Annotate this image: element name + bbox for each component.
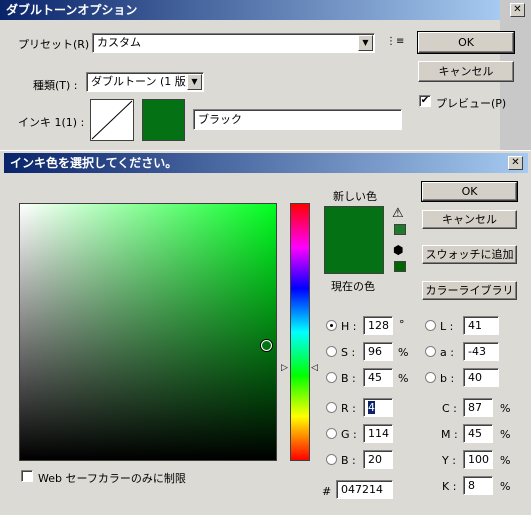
hue-slider-right-arrow[interactable]: ◁	[311, 363, 318, 373]
radio-r[interactable]	[326, 402, 337, 413]
web-only-checkbox[interactable]	[21, 470, 33, 482]
hue-slider-left-arrow[interactable]: ▷	[281, 363, 288, 373]
c-unit: %	[500, 402, 511, 415]
b-hsb-unit: %	[398, 372, 409, 385]
color-libraries-button[interactable]: カラーライブラリ	[422, 281, 517, 300]
b-lab-input[interactable]: 40	[463, 368, 499, 387]
m-label: M :	[441, 428, 458, 441]
new-color-swatch	[324, 206, 384, 274]
c-input[interactable]: 87	[463, 398, 493, 417]
gamut-warning-swatch[interactable]	[394, 224, 406, 235]
hue-slider[interactable]	[290, 203, 310, 461]
picker-ok-button[interactable]: OK	[421, 181, 518, 202]
r-label: R :	[341, 402, 356, 415]
radio-b-rgb[interactable]	[326, 454, 337, 465]
r-input[interactable]: 4	[363, 398, 393, 417]
picker-close-button[interactable]: ✕	[508, 156, 523, 170]
y-label: Y :	[442, 454, 456, 467]
color-field[interactable]	[19, 203, 277, 461]
ink1-name-field[interactable]: ブラック	[193, 109, 402, 130]
k-unit: %	[500, 480, 511, 493]
color-field-cursor[interactable]	[261, 340, 272, 351]
gamut-warning-icon: ⚠	[392, 206, 404, 221]
current-color-label: 現在の色	[331, 280, 375, 293]
l-label: L :	[440, 320, 454, 333]
chevron-down-icon: ▼	[358, 35, 373, 51]
k-label: K :	[442, 480, 457, 493]
h-input[interactable]: 128	[363, 316, 393, 335]
y-unit: %	[500, 454, 511, 467]
s-input[interactable]: 96	[363, 342, 393, 361]
y-input[interactable]: 100	[463, 450, 493, 469]
h-label: H :	[341, 320, 357, 333]
curve-icon	[91, 100, 133, 140]
close-icon: ✕	[513, 4, 522, 15]
hex-label: #	[322, 485, 332, 498]
radio-h[interactable]	[326, 320, 337, 331]
type-value: ダブルトーン (1 版)	[91, 75, 191, 88]
a-input[interactable]: -43	[463, 342, 499, 361]
ink1-label: インキ 1(1) :	[18, 116, 85, 129]
preset-dropdown[interactable]: カスタム ▼	[92, 33, 375, 53]
ink1-name-value: ブラック	[198, 113, 242, 126]
picker-cancel-button[interactable]: キャンセル	[422, 210, 517, 229]
preset-value: カスタム	[97, 36, 141, 49]
k-input[interactable]: 8	[463, 476, 493, 495]
duotone-close-button[interactable]: ✕	[510, 3, 525, 17]
s-unit: %	[398, 346, 409, 359]
picker-titlebar: インキ色を選択してください。	[4, 153, 528, 173]
duotone-cancel-button[interactable]: キャンセル	[418, 61, 514, 82]
s-label: S :	[341, 346, 356, 359]
preset-label: プリセット(R) :	[18, 38, 97, 51]
new-color-label: 新しい色	[333, 190, 377, 203]
radio-b-hsb[interactable]	[326, 372, 337, 383]
duotone-titlebar: ダブルトーンオプション	[0, 0, 500, 20]
c-label: C :	[442, 402, 457, 415]
websafe-cube-icon: ⬢	[393, 243, 404, 257]
radio-g[interactable]	[326, 428, 337, 439]
radio-b-lab[interactable]	[425, 372, 436, 383]
a-label: a :	[440, 346, 454, 359]
b-rgb-input[interactable]: 20	[363, 450, 393, 469]
radio-l[interactable]	[425, 320, 436, 331]
radio-s[interactable]	[326, 346, 337, 357]
ink1-color-swatch[interactable]	[142, 99, 185, 141]
websafe-swatch[interactable]	[394, 261, 406, 272]
web-only-label: Web セーフカラーのみに制限	[38, 472, 186, 485]
type-label: 種類(T) :	[33, 79, 78, 92]
g-label: G :	[341, 428, 357, 441]
b-rgb-label: B :	[341, 454, 356, 467]
m-unit: %	[500, 428, 511, 441]
m-input[interactable]: 45	[463, 424, 493, 443]
close-icon: ✕	[511, 157, 520, 168]
g-input[interactable]: 114	[363, 424, 393, 443]
type-dropdown[interactable]: ダブルトーン (1 版) ▼	[86, 72, 204, 92]
add-to-swatches-button[interactable]: スウォッチに追加	[422, 245, 517, 264]
b-hsb-label: B :	[341, 372, 356, 385]
l-input[interactable]: 41	[463, 316, 499, 335]
chevron-down-icon: ▼	[187, 74, 202, 90]
b-lab-label: b :	[440, 372, 455, 385]
ink1-curve-box[interactable]	[90, 99, 134, 141]
b-hsb-input[interactable]: 45	[363, 368, 393, 387]
preset-options-icon[interactable]: ⋮≡	[386, 36, 404, 47]
preview-label: プレビュー(P)	[436, 97, 507, 110]
picker-title: インキ色を選択してください。	[10, 156, 178, 170]
radio-a[interactable]	[425, 346, 436, 357]
duotone-title: ダブルトーンオプション	[6, 3, 138, 17]
duotone-ok-button[interactable]: OK	[417, 31, 515, 54]
h-unit: °	[399, 318, 405, 331]
hex-input[interactable]: 047214	[336, 480, 393, 499]
preview-checkbox[interactable]: ✔	[419, 95, 431, 107]
